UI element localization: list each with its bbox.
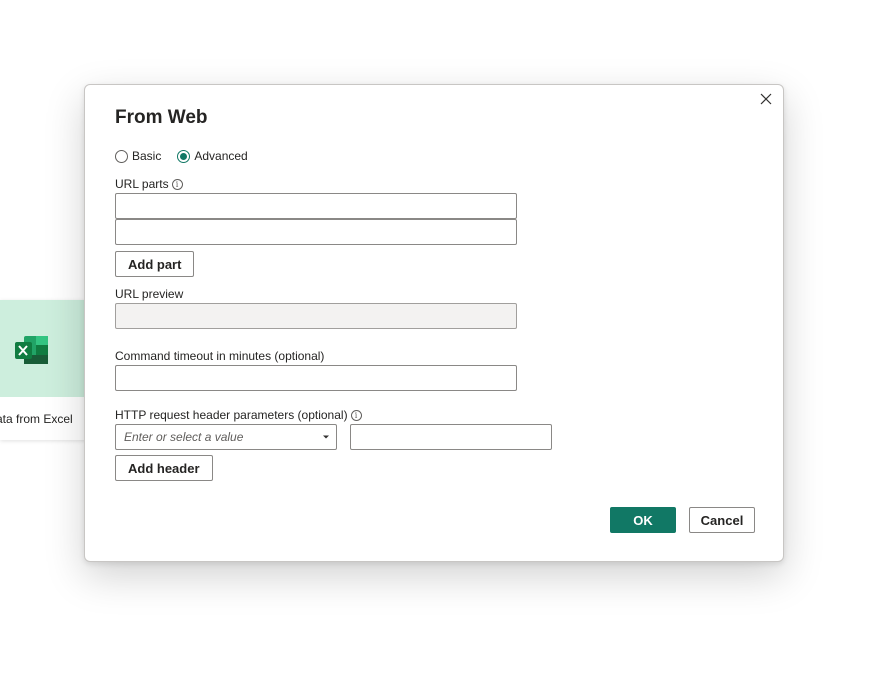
url-part-2-input[interactable] xyxy=(115,219,517,245)
info-icon[interactable]: i xyxy=(350,409,362,421)
url-preview-label-text: URL preview xyxy=(115,287,184,301)
url-parts-label-row: URL parts i xyxy=(115,177,183,191)
url-preview-field xyxy=(115,303,517,329)
chevron-down-icon xyxy=(323,435,329,439)
close-button[interactable] xyxy=(757,90,775,108)
basic-radio-option[interactable]: Basic xyxy=(115,149,161,163)
header-name-combobox[interactable]: Enter or select a value xyxy=(115,424,337,450)
url-part-1-input[interactable] xyxy=(115,193,517,219)
url-preview-label: URL preview xyxy=(115,287,183,301)
ok-button[interactable]: OK xyxy=(610,507,676,533)
advanced-radio-option[interactable]: Advanced xyxy=(177,149,248,163)
advanced-radio-label: Advanced xyxy=(194,149,248,163)
url-parts-label: URL parts xyxy=(115,177,169,191)
http-headers-label-row: HTTP request header parameters (optional… xyxy=(115,408,362,422)
basic-radio-label: Basic xyxy=(132,149,162,163)
dialog-title: From Web xyxy=(115,107,208,128)
advanced-radio[interactable] xyxy=(177,149,191,163)
basic-radio[interactable] xyxy=(115,149,128,163)
add-header-button[interactable]: Add header xyxy=(115,455,213,481)
command-timeout-input[interactable] xyxy=(115,365,517,391)
command-timeout-label-text: Command timeout in minutes (optional) xyxy=(115,349,325,363)
info-icon[interactable]: i xyxy=(171,178,183,190)
cancel-button[interactable]: Cancel xyxy=(689,507,755,533)
add-part-button[interactable]: Add part xyxy=(115,251,195,277)
excel-card-label: ata from Excel xyxy=(0,412,73,426)
command-timeout-label: Command timeout in minutes (optional) xyxy=(115,349,324,363)
excel-icon xyxy=(15,336,48,364)
header-value-input[interactable] xyxy=(350,424,552,450)
mode-radio-group: Basic Advanced xyxy=(115,149,264,163)
close-icon xyxy=(760,93,772,105)
http-headers-label: HTTP request header parameters (optional… xyxy=(115,408,348,422)
from-web-dialog: From Web Basic Advanced URL parts i Add … xyxy=(84,84,784,562)
header-name-placeholder: Enter or select a value xyxy=(124,430,244,444)
